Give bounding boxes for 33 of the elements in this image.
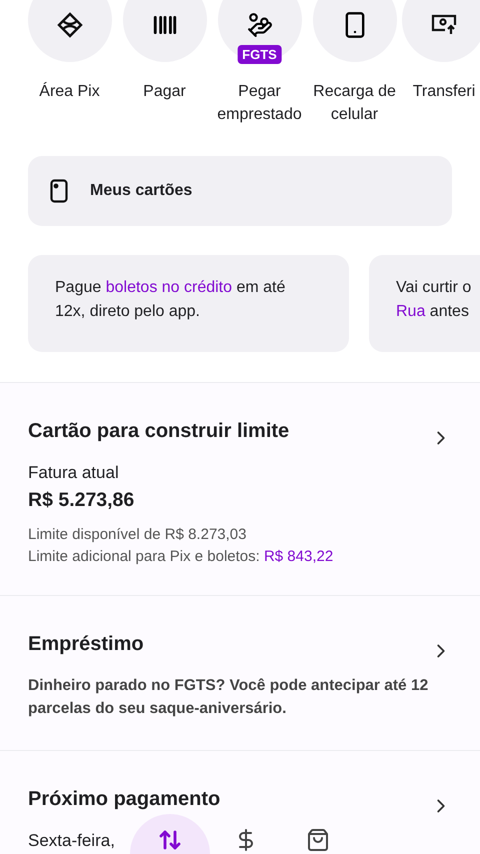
screen-upload-icon [430,13,458,37]
extra-limit-value: R$ 843,22 [264,548,334,565]
shortcut-label: Pagar [143,82,186,102]
loan-section[interactable]: Empréstimo Dinheiro parado no FGTS? Você pode antecipar até 12 parcelas do seu saque-aniversário. [0,595,480,750]
promo-card[interactable]: Vai curtir o Rua antes [369,255,480,352]
hand-coin-icon [246,12,272,38]
shortcut-label: Área Pix [39,81,100,102]
diamond-icon [56,12,82,38]
shortcut-button[interactable] [28,0,112,62]
loan-description: Dinheiro parado no FGTS? Você pode antecipar até 12 parcelas do seu saque-aniversário. [28,676,430,719]
section-title: Próximo pagamento [28,788,220,810]
arrows-icon [158,828,182,852]
shortcut-button[interactable] [312,0,396,62]
shortcut-label: Transferi [412,82,476,102]
shortcut-label: Pegar emprestado [216,82,303,125]
shortcut-button[interactable] [122,0,206,62]
shortcut-button[interactable]: FGTS [218,0,302,62]
my-cards-button[interactable]: Meus cartões [28,156,452,226]
payment-date: Sexta-feira, [28,831,115,851]
extra-limit-label: Limite adicional para Pix e boletos: [28,548,260,565]
badge: FGTS [237,45,282,64]
shortcut-label: Recarga de celular [312,82,397,125]
promo-card[interactable]: Pague boletos no crédito em até 12x, direto pelo app. [28,255,349,352]
promo-text: Vai curtir o Rua antes [396,278,472,322]
available-limit: Limite disponível de R$ 8.273,03 [28,526,248,543]
section-title: Cartão para construir limite [28,420,290,442]
credit-card-section[interactable]: Cartão para construir limite Fatura atual R$ 5.273,86 Limite disponível de R$ 8.273,03 Limite adicional para Pix e boletos: R$ 843,22 [0,382,480,595]
invoice-amount: R$ 5.273,86 [28,489,136,512]
bag-icon [306,828,330,852]
card-icon [50,179,68,203]
promo-text: Pague boletos no crédito em até 12x, direto pelo app. [55,278,286,322]
invoice-label: Fatura atual [28,463,119,483]
section-title: Empréstimo [28,632,144,656]
